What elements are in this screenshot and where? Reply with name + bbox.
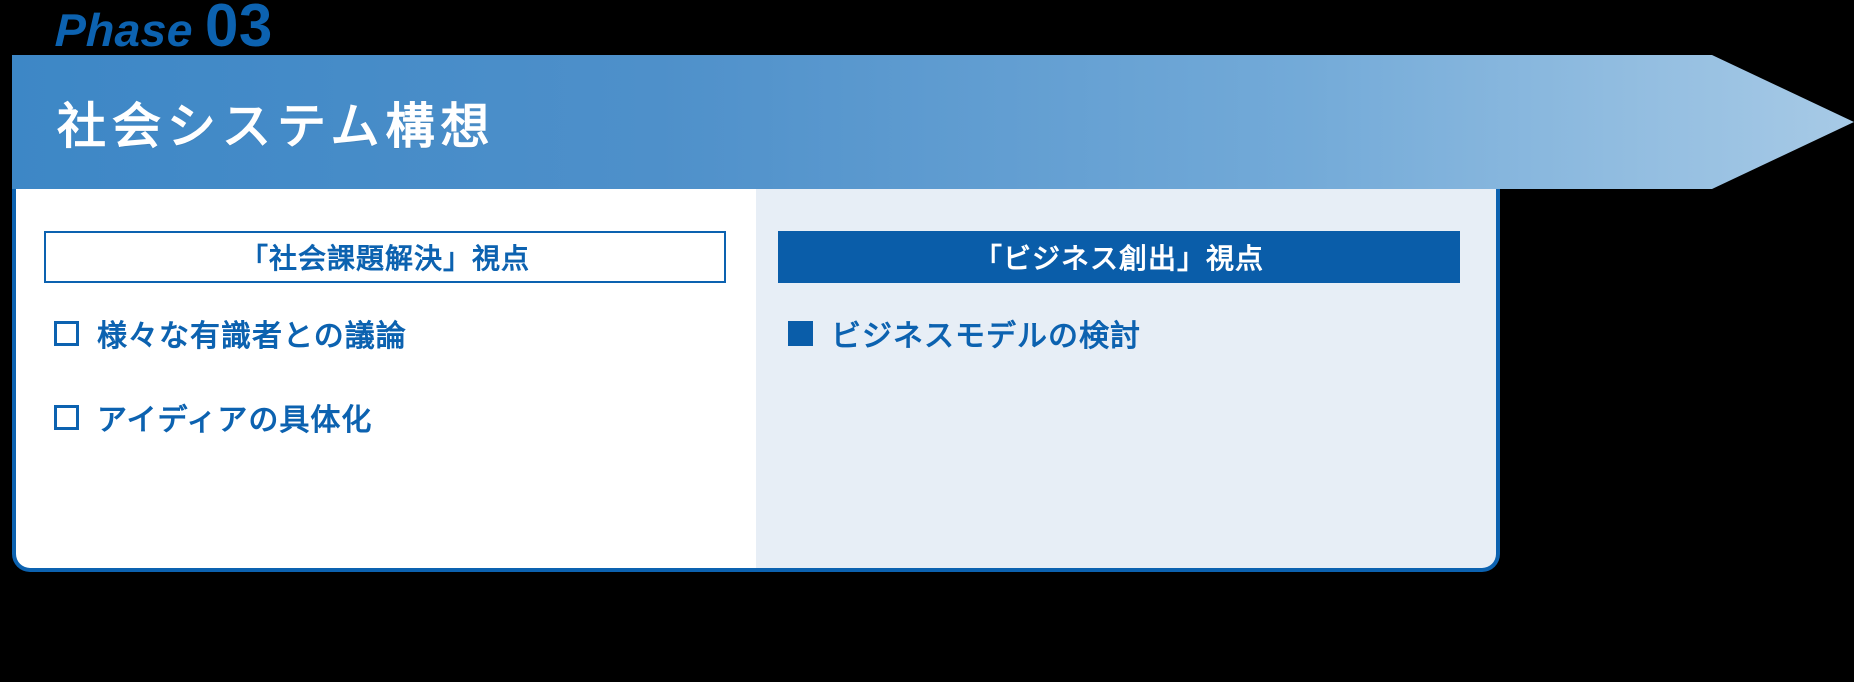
phase-word: Phase: [54, 4, 194, 56]
column-business-creation: 「ビジネス創出」視点 ビジネスモデルの検討: [756, 189, 1496, 568]
list-item: 様々な有識者との議論: [54, 311, 407, 355]
phase-card-root: Phase 03 社会システム構想 「社会課題解決」視点 様々な有識者との議論 …: [0, 0, 1854, 682]
open-square-bullet-icon: [54, 320, 79, 346]
list-item-label: アイディアの具体化: [97, 404, 373, 437]
column-social-issue: 「社会課題解決」視点 様々な有識者との議論 アイディアの具体化: [16, 189, 756, 568]
phase-label: Phase 03: [54, 0, 273, 59]
column-header-business-creation: 「ビジネス創出」視点: [778, 231, 1460, 283]
list-item: ビジネスモデルの検討: [788, 311, 1141, 355]
list-item: アイディアの具体化: [54, 395, 407, 439]
bullet-list-business-creation: ビジネスモデルの検討: [788, 311, 1141, 355]
filled-square-bullet-icon: [788, 320, 813, 346]
list-item-label: 様々な有識者との議論: [97, 320, 407, 353]
column-header-social-issue: 「社会課題解決」視点: [44, 231, 726, 283]
phase-number: 03: [205, 0, 273, 59]
card-body: 「社会課題解決」視点 様々な有識者との議論 アイディアの具体化 「ビジネス創出」…: [16, 189, 1496, 568]
banner-title: 社会システム構想: [57, 99, 496, 154]
list-item-label: ビジネスモデルの検討: [831, 320, 1141, 353]
phase-banner-arrow: 社会システム構想: [12, 55, 1854, 189]
bullet-list-social-issue: 様々な有識者との議論 アイディアの具体化: [54, 311, 407, 439]
open-square-bullet-icon: [54, 404, 79, 430]
